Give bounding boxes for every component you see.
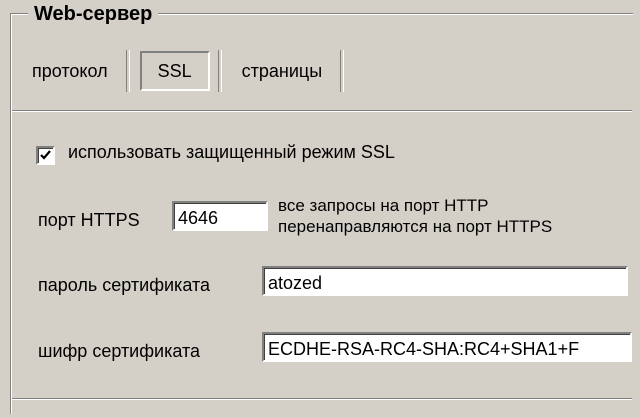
cert-cipher-input[interactable]: ECDHE-RSA-RC4-SHA:RC4+SHA1+F — [262, 332, 632, 362]
tab-divider — [12, 110, 632, 112]
use-ssl-checkbox[interactable] — [36, 146, 55, 165]
tab-separator — [125, 50, 130, 92]
redirect-note-line2: перенаправляются на порт HTTPS — [278, 217, 553, 236]
bottom-divider — [12, 398, 632, 400]
tab-protocol[interactable]: протокол — [22, 51, 118, 91]
cert-cipher-label: шифр сертификата — [38, 341, 201, 361]
use-ssl-label[interactable]: использовать защищенный режим SSL — [68, 142, 395, 163]
redirect-note-line1: все запросы на порт HTTP — [278, 196, 489, 215]
tab-separator — [340, 50, 345, 92]
tab-bar: протокол SSL страницы — [22, 48, 354, 94]
https-port-label: порт HTTPS — [38, 210, 140, 230]
groupbox-title: Web-сервер — [28, 2, 159, 26]
cert-password-label: пароль сертификата — [38, 275, 210, 295]
https-port-input[interactable]: 4646 — [172, 201, 268, 231]
tab-separator — [217, 50, 222, 92]
tab-ssl[interactable]: SSL — [139, 51, 210, 91]
cert-password-input[interactable]: atozed — [262, 266, 628, 296]
tab-pages[interactable]: страницы — [232, 51, 333, 91]
checkmark-icon — [40, 150, 51, 160]
